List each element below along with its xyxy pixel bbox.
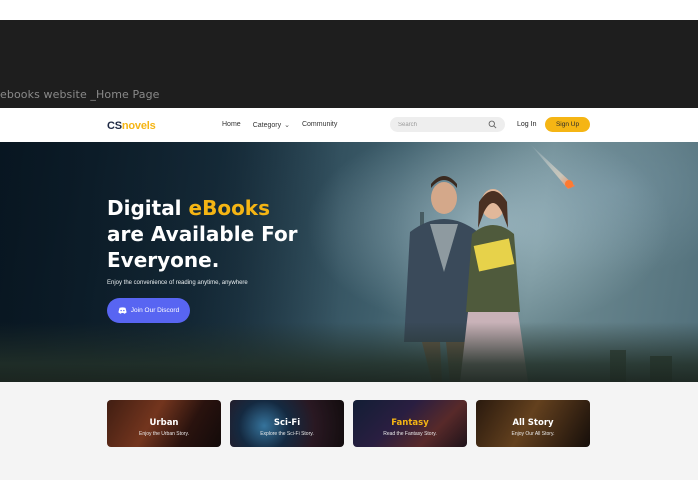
nav-category[interactable]: Category ⌄ — [253, 121, 290, 129]
search-input[interactable] — [398, 119, 483, 130]
category-subtitle: Read the Fantasy Story. — [383, 431, 437, 437]
login-link[interactable]: Log In — [517, 121, 536, 128]
category-subtitle: Explore the Sci-Fi Story. — [260, 431, 314, 437]
category-card-all-story[interactable]: All Story Enjoy Our All Story. — [476, 400, 590, 447]
discord-icon — [118, 307, 127, 314]
join-discord-label: Join Our Discord — [130, 307, 180, 314]
nav-category-label: Category — [252, 122, 282, 129]
join-discord-button[interactable]: Join Our Discord — [107, 298, 190, 323]
top-strip — [0, 0, 698, 20]
category-card-urban[interactable]: Urban Enjoy the Urban Story. — [107, 400, 221, 447]
chevron-down-icon: ⌄ — [284, 122, 290, 129]
hero-banner — [0, 142, 698, 382]
headline-part1: Digital — [107, 196, 189, 220]
category-card-fantasy[interactable]: Fantasy Read the Fantasy Story. — [353, 400, 467, 447]
hero-ground — [0, 322, 698, 382]
category-subtitle: Enjoy the Urban Story. — [139, 431, 189, 437]
logo[interactable]: CSnovels — [107, 120, 156, 132]
category-section — [0, 382, 698, 480]
frame-title: ebooks website _Home Page — [0, 88, 160, 101]
search-box — [390, 117, 505, 132]
category-subtitle: Enjoy Our All Story. — [511, 431, 555, 437]
headline-part2: are Available For Everyone. — [107, 222, 298, 272]
hero-headline: Digital eBooks are Available For Everyon… — [107, 195, 347, 273]
hero-subline: Enjoy the convenience of reading anytime… — [107, 280, 248, 286]
category-title: Fantasy — [391, 418, 429, 428]
nav-home[interactable]: Home — [222, 121, 241, 129]
logo-part-cs: CS — [107, 120, 122, 132]
headline-highlight: eBooks — [188, 196, 271, 220]
category-card-scifi[interactable]: Sci-Fi Explore the Sci-Fi Story. — [230, 400, 344, 447]
search-icon[interactable] — [488, 120, 497, 129]
signup-button[interactable]: Sign Up — [545, 117, 590, 132]
logo-part-novels: novels — [121, 120, 156, 132]
category-title: Sci-Fi — [273, 418, 301, 428]
main-nav: Home Category ⌄ Community — [222, 121, 349, 129]
category-title: Urban — [149, 418, 179, 428]
nav-community[interactable]: Community — [302, 121, 337, 129]
category-title: All Story — [512, 418, 554, 428]
